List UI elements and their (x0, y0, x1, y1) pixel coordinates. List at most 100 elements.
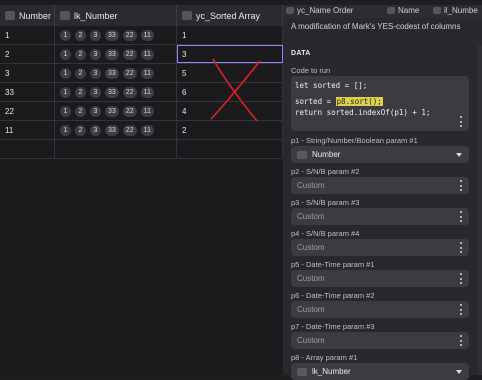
array-item-pill: 1 (60, 29, 71, 41)
more-options-icon[interactable] (460, 335, 463, 346)
lookup-cell[interactable]: 1 2 3 33 22 11 (55, 26, 177, 44)
code-column-icon (286, 7, 294, 14)
code-line: let sorted = []; (295, 81, 368, 90)
table-row[interactable]: 1 1 2 3 33 22 11 1 (0, 26, 283, 45)
param-input[interactable]: Custom (291, 239, 469, 256)
number-cell[interactable]: 1 (0, 26, 55, 44)
column-description: A modification of Mark's YES-codest of c… (291, 22, 461, 31)
code-label: Code to run (291, 66, 331, 75)
number-cell[interactable]: 11 (0, 121, 55, 139)
array-item-pill: 1 (60, 124, 71, 136)
table-cell (0, 140, 55, 158)
number-cell[interactable]: 33 (0, 83, 55, 101)
lookup-cell[interactable]: 1 2 3 33 22 11 (55, 83, 177, 101)
more-options-icon[interactable] (460, 116, 463, 127)
array-item-pill: 22 (122, 67, 137, 79)
table-cell (177, 140, 283, 158)
red-x-annotation (210, 58, 261, 122)
lookup-cell[interactable]: 1 2 3 33 22 11 (55, 102, 177, 120)
number-cell[interactable]: 22 (0, 102, 55, 120)
number-cell[interactable]: 2 (0, 45, 55, 63)
param-value: Number (312, 150, 341, 159)
param-select[interactable]: lk_Number (291, 363, 469, 380)
array-item-pill: 3 (90, 48, 101, 60)
param-label: p3 - S/N/B param #3 (291, 198, 360, 207)
array-item-pill: 33 (105, 124, 119, 136)
lookup-cell[interactable]: 1 2 3 33 22 11 (55, 121, 177, 139)
tab-il-number[interactable]: il_Numbe (433, 6, 478, 15)
column-type-icon (297, 150, 307, 159)
empty-row (0, 140, 283, 159)
more-options-icon[interactable] (460, 273, 463, 284)
column-header-lk-number[interactable]: lk_Number (55, 5, 177, 26)
chevron-down-icon[interactable] (456, 153, 462, 157)
tab-name-order[interactable]: yc_Name Order (286, 6, 353, 15)
array-item-pill: 3 (90, 86, 101, 98)
scrollbar[interactable] (478, 45, 482, 375)
array-item-pill: 3 (90, 29, 101, 41)
param-input[interactable]: Custom (291, 332, 469, 349)
array-item-pill: 1 (60, 105, 71, 117)
array-item-pill: 3 (90, 67, 101, 79)
array-item-pill: 1 (60, 67, 71, 79)
sorted-cell[interactable]: 1 (177, 26, 283, 44)
array-item-pill: 11 (140, 29, 154, 41)
number-cell[interactable]: 3 (0, 64, 55, 82)
array-item-pill: 22 (122, 29, 137, 41)
array-item-pill: 2 (75, 86, 86, 98)
tab-label: yc_Name Order (297, 6, 354, 15)
param-input[interactable]: Custom (291, 177, 469, 194)
lookup-cell[interactable]: 1 2 3 33 22 11 (55, 64, 177, 82)
array-item-pill: 11 (140, 124, 154, 136)
param-label: p4 - S/N/B param #4 (291, 229, 360, 238)
param-label: p1 - String/Number/Boolean param #1 (291, 136, 418, 145)
column-icon (433, 7, 441, 14)
param-select[interactable]: Number (291, 146, 469, 163)
column-header-label: yc_Sorted Array (196, 10, 261, 21)
column-header-label: Number (19, 10, 52, 21)
array-item-pill: 3 (90, 105, 101, 117)
column-tabs: yc_Name Order Name il_Numbe (283, 5, 482, 18)
array-item-pill: 2 (75, 29, 86, 41)
text-column-icon (387, 7, 395, 14)
array-item-pill: 2 (75, 105, 86, 117)
param-input[interactable]: Custom (291, 301, 469, 318)
param-input[interactable]: Custom (291, 270, 469, 287)
param-label: p7 - Date-Time param #3 (291, 322, 375, 331)
chevron-down-icon[interactable] (456, 370, 462, 374)
tab-label: Name (398, 6, 420, 15)
param-input[interactable]: Custom (291, 208, 469, 225)
column-header-number[interactable]: Number (0, 5, 55, 26)
code-line: return sorted.indexOf(p1) + 1; (295, 108, 431, 117)
column-type-icon (297, 367, 307, 376)
array-item-pill: 33 (105, 67, 119, 79)
array-item-pill: 33 (105, 105, 119, 117)
code-line: sorted = p8.sort(); (295, 97, 383, 106)
section-heading: DATA (291, 50, 311, 57)
column-settings-panel: yc_Name Order Name il_Numbe A modificati… (283, 5, 482, 380)
param-value: Custom (297, 336, 325, 345)
more-options-icon[interactable] (460, 242, 463, 253)
more-options-icon[interactable] (460, 211, 463, 222)
array-item-pill: 22 (122, 105, 137, 117)
column-header-sorted-array[interactable]: yc_Sorted Array (177, 5, 283, 26)
tab-name[interactable]: Name (387, 6, 419, 15)
code-editor[interactable]: let sorted = []; sorted = p8.sort(); ret… (291, 76, 469, 131)
array-item-pill: 22 (122, 48, 137, 60)
param-label: p8 - Array param #1 (291, 353, 358, 362)
lookup-cell[interactable]: 1 2 3 33 22 11 (55, 45, 177, 63)
param-label: p2 - S/N/B param #2 (291, 167, 360, 176)
param-label: p5 - Date-Time param #1 (291, 260, 375, 269)
more-options-icon[interactable] (460, 304, 463, 315)
param-value: Custom (297, 243, 325, 252)
more-options-icon[interactable] (460, 180, 463, 191)
array-item-pill: 2 (75, 67, 86, 79)
array-item-pill: 2 (75, 48, 86, 60)
array-item-pill: 2 (75, 124, 86, 136)
array-item-pill: 33 (105, 86, 119, 98)
highlighted-code: p8.sort(); (335, 97, 383, 106)
array-item-pill: 33 (105, 48, 119, 60)
param-label: p6 - Date-Time param #2 (291, 291, 375, 300)
array-item-pill: 1 (60, 48, 71, 60)
param-value: Custom (297, 181, 325, 190)
